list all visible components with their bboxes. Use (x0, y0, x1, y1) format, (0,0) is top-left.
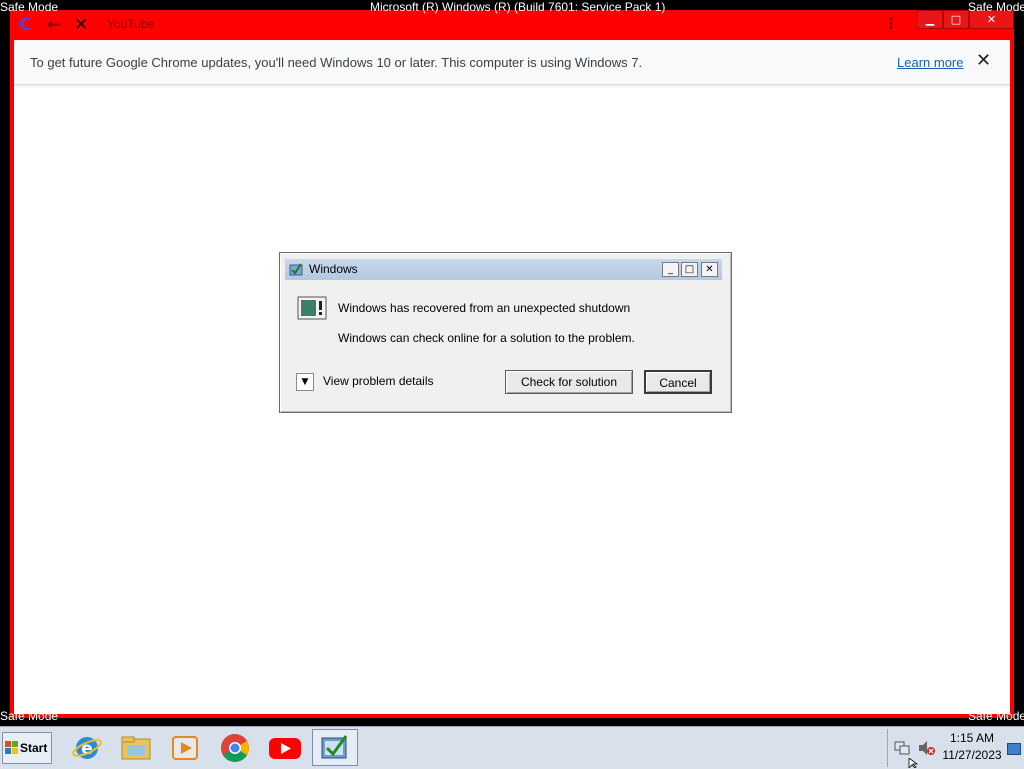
minimize-button[interactable]: ▁ (917, 10, 943, 29)
cancel-button[interactable]: Cancel (644, 370, 712, 394)
safe-mode-label-bottom-right: Safe Mode (968, 709, 1024, 723)
safe-mode-label-bottom-left: Safe Mode (0, 709, 59, 723)
dialog-maximize-button[interactable]: □ (681, 262, 698, 277)
dialog-minimize-button[interactable]: _ (662, 262, 679, 277)
view-problem-details-link[interactable]: View problem details (323, 374, 434, 388)
clock-date[interactable]: 11/27/2023 (940, 748, 1004, 762)
windows-logo-icon (5, 741, 18, 754)
update-infobar: To get future Google Chrome updates, you… (14, 40, 1010, 85)
shutdown-recovery-dialog: Windows _ □ ✕ Windows has recovered from… (279, 252, 732, 413)
dialog-body: Windows can check online for a solution … (338, 331, 635, 345)
taskbar: Start e 1:15 AM 11/27/2023 (0, 726, 1024, 769)
infobar-message: To get future Google Chrome updates, you… (30, 55, 643, 70)
mouse-cursor-icon (908, 758, 919, 768)
chrome-icon[interactable] (217, 731, 253, 765)
infobar-close-icon[interactable]: ✕ (976, 50, 991, 71)
dialog-close-button[interactable]: ✕ (701, 262, 718, 277)
volume-muted-icon[interactable] (918, 740, 936, 756)
clock-time[interactable]: 1:15 AM (944, 731, 1000, 745)
internet-explorer-icon[interactable]: e (69, 731, 105, 765)
back-arrow-icon[interactable]: ← (47, 15, 61, 35)
os-build-label: Microsoft (R) Windows (R) (Build 7601: S… (370, 0, 666, 14)
safe-mode-label-top-right: Safe Mode (968, 0, 1024, 14)
dialog-heading: Windows has recovered from an unexpected… (338, 301, 631, 315)
chrome-logo-icon: C (19, 15, 32, 35)
learn-more-link[interactable]: Learn more (897, 55, 963, 70)
error-reporting-icon (321, 735, 348, 759)
start-button[interactable]: Start (2, 732, 52, 764)
youtube-icon[interactable] (267, 731, 303, 765)
browser-titlebar: C ← ✕ YouTube ⋮ ▁ □ ✕ (10, 10, 1014, 40)
network-icon[interactable] (894, 740, 910, 756)
tab-title[interactable]: YouTube (107, 17, 154, 31)
active-taskbar-button[interactable] (312, 729, 358, 766)
start-label: Start (20, 741, 48, 755)
dialog-title: Windows (309, 262, 358, 276)
maximize-button[interactable]: □ (943, 10, 969, 29)
menu-kebab-icon[interactable]: ⋮ (884, 16, 898, 32)
details-expand-icon[interactable]: ▼ (296, 373, 314, 391)
problem-report-icon (297, 296, 327, 320)
file-explorer-icon[interactable] (118, 731, 154, 765)
show-desktop-icon[interactable] (1007, 743, 1021, 755)
windows-check-icon (289, 263, 303, 276)
check-for-solution-button[interactable]: Check for solution (505, 370, 633, 394)
safe-mode-label-top-left: Safe Mode (0, 0, 59, 14)
dialog-titlebar[interactable]: Windows _ □ ✕ (285, 259, 722, 280)
stop-loading-icon[interactable]: ✕ (74, 15, 88, 35)
media-player-icon[interactable] (167, 731, 203, 765)
